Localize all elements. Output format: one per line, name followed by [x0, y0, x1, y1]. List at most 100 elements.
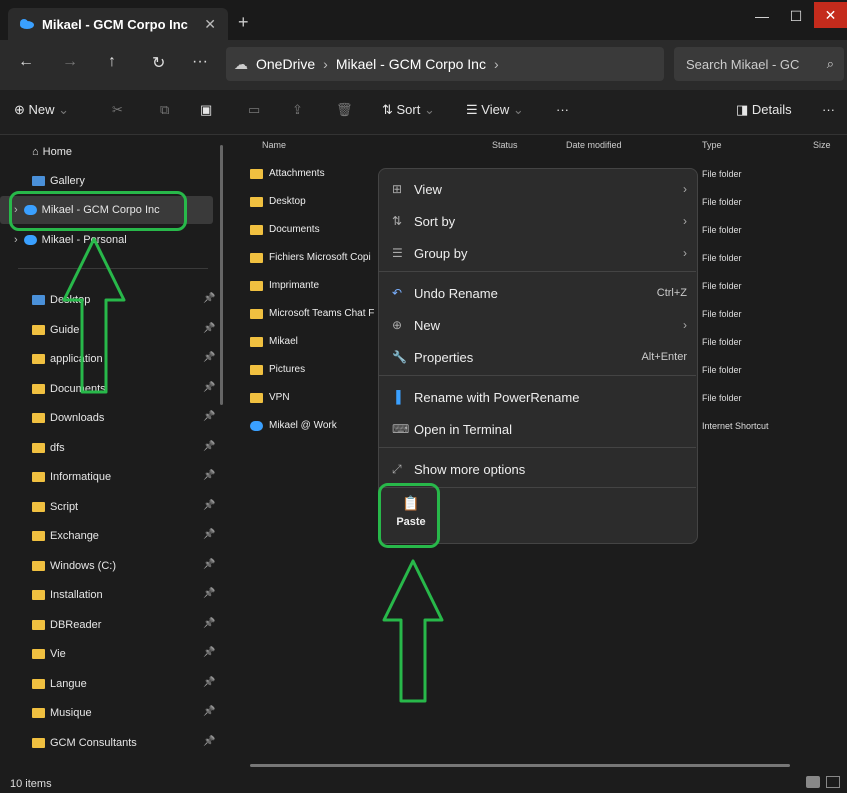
green-arrow-up-icon	[62, 237, 126, 394]
pin-icon[interactable]: 📌	[203, 470, 215, 481]
sidebar-item-pinned[interactable]: Exchange	[32, 527, 99, 545]
onedrive-icon	[23, 235, 37, 245]
menu-item-show-more[interactable]: ⤢ Show more options	[392, 457, 687, 481]
share-icon[interactable]: ⇪	[292, 102, 303, 118]
paste-button[interactable]: 📋 Paste	[386, 495, 436, 528]
more-button[interactable]: ···	[556, 102, 569, 117]
see-more-button[interactable]: ···	[192, 53, 208, 71]
sidebar-scrollbar[interactable]	[220, 145, 223, 405]
pin-icon[interactable]: 📌	[203, 352, 215, 363]
delete-icon[interactable]: 🗑	[336, 102, 353, 118]
new-tab-button[interactable]: +	[238, 12, 249, 33]
pin-icon[interactable]: 📌	[203, 382, 215, 393]
column-header-date[interactable]: Date modified	[566, 140, 622, 150]
forward-button[interactable]: →	[62, 53, 78, 71]
sidebar-item-pinned[interactable]: dfs	[32, 439, 65, 457]
menu-item-open-terminal[interactable]: ⌨ Open in Terminal	[392, 417, 687, 441]
sidebar-item-pinned[interactable]: Installation	[32, 586, 103, 604]
file-name: Documents	[269, 224, 320, 235]
sidebar-item-pinned[interactable]: Downloads	[32, 409, 104, 427]
details-view-toggle[interactable]	[806, 776, 820, 788]
close-window-button[interactable]: ✕	[814, 2, 847, 28]
sidebar-item-pinned[interactable]: Informatique	[32, 468, 111, 486]
file-type: File folder	[702, 337, 742, 347]
horizontal-scrollbar[interactable]	[250, 764, 790, 767]
pin-icon[interactable]: 📌	[203, 677, 215, 688]
file-type: File folder	[702, 169, 742, 179]
sidebar-item-label: GCM Consultants	[50, 736, 137, 749]
pin-icon[interactable]: 📌	[203, 559, 215, 570]
sidebar-item-pinned[interactable]: GCM Consultants	[32, 734, 137, 752]
up-button[interactable]: ↑	[108, 53, 116, 71]
file-row[interactable]: Microsoft Teams Chat F	[250, 308, 374, 319]
menu-item-properties[interactable]: 🔧 Properties Alt+Enter	[392, 345, 687, 369]
column-header-size[interactable]: Size	[813, 140, 831, 150]
back-button[interactable]: ←	[18, 53, 34, 71]
copy-icon[interactable]: ⧉	[160, 102, 169, 118]
tab-title: Mikael - GCM Corpo Inc	[42, 16, 188, 32]
column-header-status[interactable]: Status	[492, 140, 518, 150]
file-row[interactable]: Desktop	[250, 196, 306, 207]
pin-icon[interactable]: 📌	[203, 736, 215, 747]
pin-icon[interactable]: 📌	[203, 588, 215, 599]
file-row[interactable]: Documents	[250, 224, 320, 235]
more-options-icon: ⤢	[392, 461, 402, 476]
cut-icon[interactable]: ✂	[112, 102, 123, 118]
file-row[interactable]: Mikael @ Work	[250, 420, 337, 431]
menu-item-powerrename[interactable]: ▐ Rename with PowerRename	[392, 385, 687, 409]
file-row[interactable]: Fichiers Microsoft Copi	[250, 252, 371, 263]
sidebar-item-pinned[interactable]: Musique	[32, 704, 92, 722]
pin-icon[interactable]: 📌	[203, 706, 215, 717]
menu-item-undo-rename[interactable]: ↶ Undo Rename Ctrl+Z	[392, 281, 687, 305]
sidebar-item-pinned[interactable]: Vie	[32, 645, 66, 663]
sidebar-item-label: Vie	[50, 648, 66, 660]
sidebar-item-pinned[interactable]: Langue	[32, 675, 87, 693]
sidebar-item-pinned[interactable]: Windows (C:)	[32, 557, 116, 575]
pin-icon[interactable]: 📌	[203, 293, 215, 304]
pin-icon[interactable]: 📌	[203, 647, 215, 658]
sidebar-item-home[interactable]: ⌂ Home	[32, 143, 72, 161]
search-input[interactable]: Search Mikael - GC ⌕	[674, 47, 844, 81]
file-row[interactable]: Mikael	[250, 336, 298, 347]
refresh-button[interactable]: ↻	[152, 53, 165, 73]
sidebar-item-label: Installation	[50, 589, 103, 601]
menu-item-view[interactable]: ⊞ View ›	[392, 177, 687, 201]
file-row[interactable]: Attachments	[250, 168, 325, 179]
rename-icon[interactable]: ▭	[248, 102, 260, 118]
pin-icon[interactable]: 📌	[203, 500, 215, 511]
toolbar-overflow-button[interactable]: ···	[822, 102, 835, 117]
sort-button[interactable]: ⇅ Sort ⌄	[382, 102, 435, 118]
file-row[interactable]: VPN	[250, 392, 290, 403]
cloud-outline-icon: ☁	[234, 55, 248, 72]
menu-item-new[interactable]: ⊕ New ›	[392, 313, 687, 337]
column-header-type[interactable]: Type	[702, 140, 722, 150]
tab-close-icon[interactable]: ✕	[204, 16, 216, 33]
tab-active[interactable]: Mikael - GCM Corpo Inc ✕	[8, 8, 228, 40]
pin-icon[interactable]: 📌	[203, 529, 215, 540]
view-button[interactable]: ☰ View ⌄	[466, 102, 524, 118]
column-header-name[interactable]: Name	[262, 140, 286, 150]
file-row[interactable]: Imprimante	[250, 280, 319, 291]
maximize-button[interactable]: ☐	[776, 2, 816, 30]
pin-icon[interactable]: 📌	[203, 618, 215, 629]
pin-icon[interactable]: 📌	[203, 323, 215, 334]
menu-item-sort-by[interactable]: ⇅ Sort by ›	[392, 209, 687, 233]
sidebar-item-pinned[interactable]: Script	[32, 498, 78, 516]
new-button[interactable]: ⊕ New ⌄	[14, 102, 69, 118]
paste-label: Paste	[396, 516, 426, 528]
wrench-icon: 🔧	[392, 350, 407, 364]
sidebar-item-pinned[interactable]: DBReader	[32, 616, 101, 634]
file-row[interactable]: Pictures	[250, 364, 305, 375]
address-bar[interactable]: ☁ OneDrive › Mikael - GCM Corpo Inc ›	[226, 47, 664, 81]
paste-icon[interactable]: ▣	[200, 102, 212, 118]
menu-item-group-by[interactable]: ☰ Group by ›	[392, 241, 687, 265]
breadcrumb-current[interactable]: Mikael - GCM Corpo Inc	[336, 56, 486, 72]
sidebar-item-gallery[interactable]: Gallery	[32, 172, 85, 190]
details-button[interactable]: ◨ Details	[736, 102, 792, 118]
folder-icon	[32, 501, 45, 512]
pin-icon[interactable]: 📌	[203, 441, 215, 452]
breadcrumb-onedrive[interactable]: OneDrive	[256, 56, 315, 72]
pin-icon[interactable]: 📌	[203, 411, 215, 422]
tiles-view-toggle[interactable]	[826, 776, 840, 788]
menu-separator	[378, 271, 696, 272]
